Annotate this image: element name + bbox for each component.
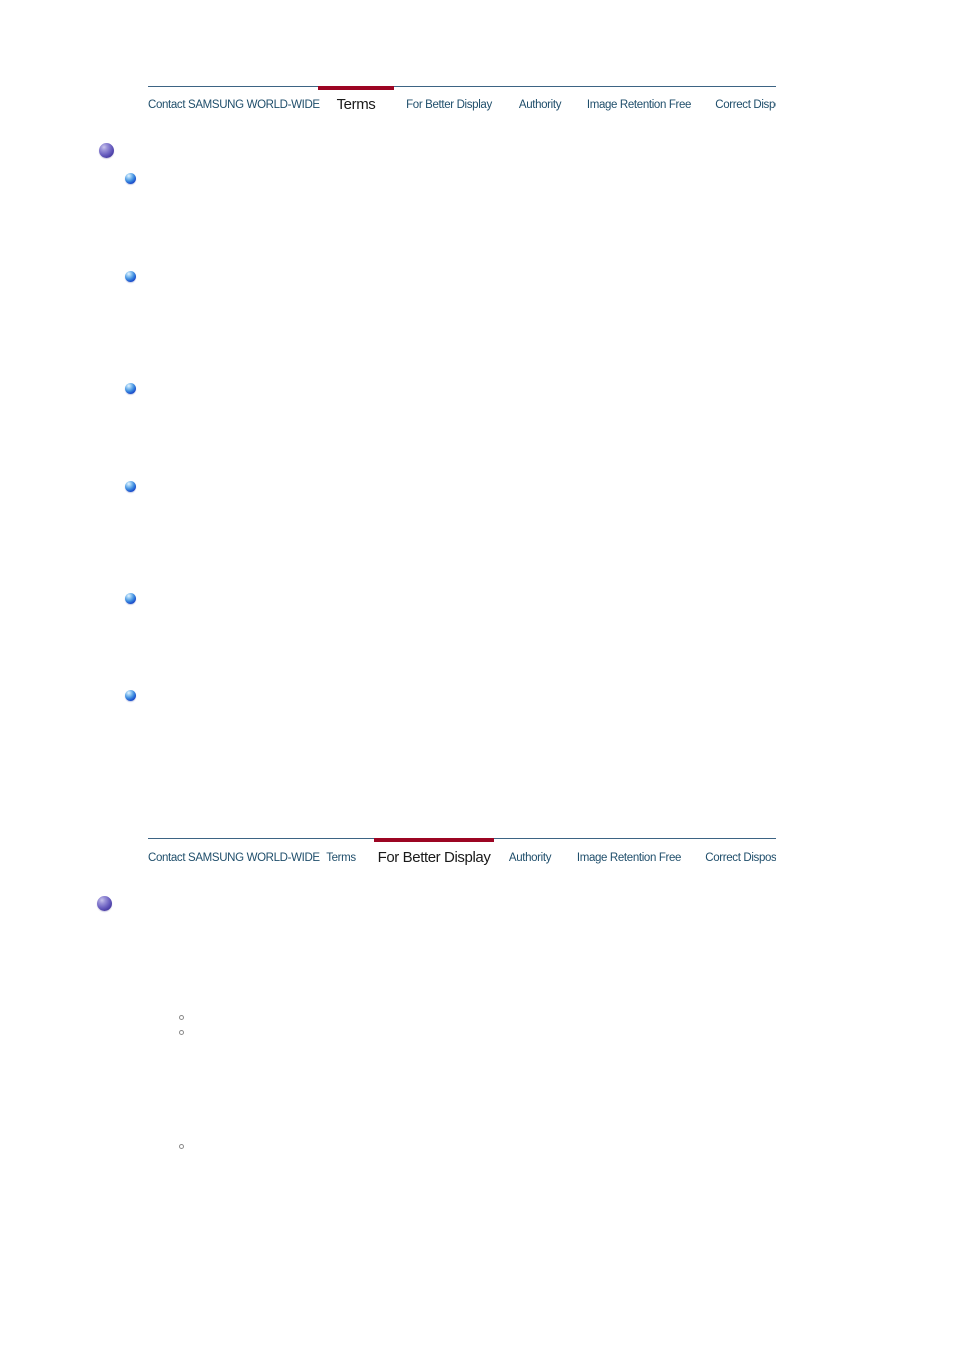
sub-list-item-bullet-icon [179,1144,184,1149]
tab-list: Contact SAMSUNG WORLD-WIDE Terms For Bet… [148,96,776,126]
list-item-bullet-icon [125,593,136,604]
list-item-bullet-icon [125,173,136,184]
list-item-bullet-icon [125,383,136,394]
list-item-bullet-icon [125,481,136,492]
list-item-bullet-icon [125,690,136,701]
tab-terms[interactable]: Terms [308,852,374,864]
tab-image-retention-free[interactable]: Image Retention Free [576,99,702,111]
sub-list-item-bullet-icon [179,1015,184,1020]
tab-correct-disposal[interactable]: Correct Disposal [692,852,776,864]
manual-page: Contact SAMSUNG WORLD-WIDE Terms For Bet… [0,0,954,1351]
list-item-bullet-icon [125,271,136,282]
terms-section [0,130,954,820]
tabbar-rule [148,86,776,87]
active-tab-indicator [374,838,494,842]
tabbar-terms: Contact SAMSUNG WORLD-WIDE Terms For Bet… [148,86,776,126]
tabbar-for-better-display: Contact SAMSUNG WORLD-WIDE Terms For Bet… [148,838,776,878]
tab-for-better-display[interactable]: For Better Display [374,849,494,866]
tab-correct-disposal[interactable]: Correct Disposal [702,99,776,111]
tab-contact-samsung-world-wide[interactable]: Contact SAMSUNG WORLD-WIDE [148,852,320,864]
tab-image-retention-free[interactable]: Image Retention Free [566,852,692,864]
section-heading-bullet-icon [99,143,114,158]
tab-authority[interactable]: Authority [504,99,576,111]
section-heading-bullet-icon [97,896,112,911]
tab-contact-samsung-world-wide[interactable]: Contact SAMSUNG WORLD-WIDE [148,99,320,111]
tab-for-better-display[interactable]: For Better Display [394,99,504,111]
tab-list: Contact SAMSUNG WORLD-WIDE Terms For Bet… [148,849,776,878]
tab-authority[interactable]: Authority [494,852,566,864]
tab-terms[interactable]: Terms [318,96,394,113]
sub-list-item-bullet-icon [179,1030,184,1035]
active-tab-indicator [318,86,394,90]
for-better-display-section [0,880,954,1280]
